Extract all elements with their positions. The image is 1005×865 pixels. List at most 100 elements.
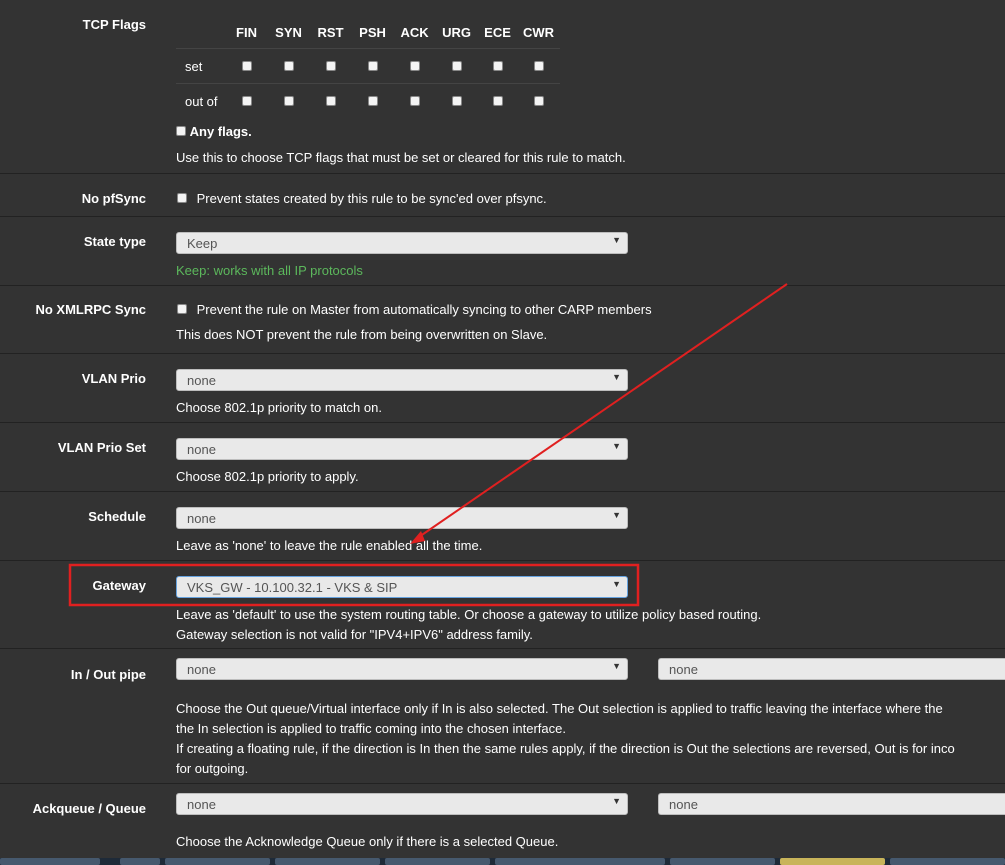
- gateway-select[interactable]: VKS_GW - 10.100.32.1 - VKS & SIP ▼: [176, 576, 628, 598]
- in-out-pipe-help-2: the In selection is applied to traffic c…: [176, 721, 566, 736]
- taskbar-item[interactable]: [780, 858, 885, 865]
- ackqueue-select[interactable]: none ▼: [176, 793, 628, 815]
- vlan-prio-set-select[interactable]: none ▼: [176, 438, 628, 460]
- any-flags-checkbox[interactable]: [176, 126, 186, 136]
- taskbar-item[interactable]: [165, 858, 270, 865]
- row-no-pfsync: No pfSync Prevent states created by this…: [0, 173, 1005, 217]
- queue-value: none: [669, 797, 698, 812]
- chevron-down-icon: ▼: [612, 661, 621, 671]
- no-xmlrpc-label: No XMLRPC Sync: [35, 302, 146, 317]
- state-type-label: State type: [83, 234, 146, 249]
- flag-col-ece: ECE: [477, 16, 518, 49]
- outof-psh-checkbox[interactable]: [367, 95, 378, 106]
- no-xmlrpc-text: Prevent the rule on Master from automati…: [196, 302, 652, 317]
- out-pipe-value: none: [669, 662, 698, 677]
- flag-col-psh: PSH: [351, 16, 394, 49]
- row-no-xmlrpc: No XMLRPC Sync Prevent the rule on Maste…: [0, 285, 1005, 354]
- taskbar-item[interactable]: [495, 858, 665, 865]
- outof-ack-checkbox[interactable]: [409, 95, 420, 106]
- chevron-down-icon: ▼: [612, 441, 621, 451]
- no-pfsync-label: No pfSync: [81, 191, 146, 206]
- outof-ece-checkbox[interactable]: [492, 95, 503, 106]
- flag-col-cwr: CWR: [517, 16, 560, 49]
- any-flags-option[interactable]: Any flags.: [176, 124, 252, 139]
- state-type-select[interactable]: Keep ▼: [176, 232, 628, 254]
- taskbar-item[interactable]: [385, 858, 490, 865]
- tcp-flags-help: Use this to choose TCP flags that must b…: [176, 150, 626, 165]
- state-type-value: Keep: [187, 236, 218, 251]
- set-ack-checkbox[interactable]: [409, 60, 420, 71]
- set-syn-checkbox[interactable]: [283, 60, 294, 71]
- ackqueue-help: Choose the Acknowledge Queue only if the…: [176, 834, 559, 849]
- in-out-pipe-help-3: If creating a floating rule, if the dire…: [176, 741, 955, 756]
- row-gateway: Gateway VKS_GW - 10.100.32.1 - VKS & SIP…: [0, 560, 1005, 649]
- gateway-help-1: Leave as 'default' to use the system rou…: [176, 607, 762, 622]
- outof-rst-checkbox[interactable]: [325, 95, 336, 106]
- set-psh-checkbox[interactable]: [367, 60, 378, 71]
- vlan-prio-help: Choose 802.1p priority to match on.: [176, 400, 382, 415]
- schedule-value: none: [187, 511, 216, 526]
- taskbar-item[interactable]: [0, 858, 100, 865]
- taskbar-item[interactable]: [890, 858, 1005, 865]
- set-ece-checkbox[interactable]: [492, 60, 503, 71]
- in-out-pipe-help-1: Choose the Out queue/Virtual interface o…: [176, 701, 943, 716]
- row-vlan-prio-set: VLAN Prio Set none ▼ Choose 802.1p prior…: [0, 422, 1005, 492]
- outof-syn-checkbox[interactable]: [283, 95, 294, 106]
- in-pipe-select[interactable]: none ▼: [176, 658, 628, 680]
- no-xmlrpc-option[interactable]: Prevent the rule on Master from automati…: [177, 302, 652, 317]
- flag-col-syn: SYN: [267, 16, 310, 49]
- vlan-prio-set-help: Choose 802.1p priority to apply.: [176, 469, 359, 484]
- taskbar-strip: [0, 858, 1005, 865]
- out-pipe-select[interactable]: none: [658, 658, 1005, 680]
- set-urg-checkbox[interactable]: [451, 60, 462, 71]
- vlan-prio-label: VLAN Prio: [81, 371, 146, 386]
- no-xmlrpc-checkbox[interactable]: [177, 304, 187, 314]
- vlan-prio-value: none: [187, 373, 216, 388]
- ackqueue-value: none: [187, 797, 216, 812]
- flags-row-outof-label: out of: [185, 93, 218, 109]
- in-pipe-value: none: [187, 662, 216, 677]
- row-schedule: Schedule none ▼ Leave as 'none' to leave…: [0, 491, 1005, 561]
- in-out-pipe-label: In / Out pipe: [70, 667, 146, 682]
- any-flags-label: Any flags.: [189, 124, 252, 139]
- outof-cwr-checkbox[interactable]: [533, 95, 544, 106]
- outof-fin-checkbox[interactable]: [241, 95, 252, 106]
- flag-col-fin: FIN: [225, 16, 268, 49]
- flag-col-ack: ACK: [393, 16, 436, 49]
- taskbar-item[interactable]: [670, 858, 775, 865]
- chevron-down-icon: ▼: [612, 796, 621, 806]
- flags-row-set-label: set: [176, 48, 226, 84]
- schedule-help: Leave as 'none' to leave the rule enable…: [176, 538, 483, 553]
- queue-select[interactable]: none: [658, 793, 1005, 815]
- flag-col-urg: URG: [435, 16, 478, 49]
- tcp-flags-label: TCP Flags: [82, 17, 146, 32]
- gateway-label: Gateway: [92, 578, 146, 593]
- schedule-label: Schedule: [88, 509, 146, 524]
- no-pfsync-checkbox[interactable]: [177, 193, 187, 203]
- vlan-prio-set-label: VLAN Prio Set: [57, 440, 146, 455]
- gateway-value: VKS_GW - 10.100.32.1 - VKS & SIP: [187, 580, 398, 595]
- chevron-down-icon: ▼: [612, 235, 621, 245]
- taskbar-item[interactable]: [120, 858, 160, 865]
- tcp-flags-table: FIN SYN RST PSH ACK URG ECE CWR set out …: [176, 16, 560, 118]
- row-tcp-flags: TCP Flags FIN SYN RST PSH ACK URG ECE CW…: [0, 0, 1005, 173]
- state-type-help: Keep: works with all IP protocols: [176, 263, 363, 278]
- set-rst-checkbox[interactable]: [325, 60, 336, 71]
- vlan-prio-set-value: none: [187, 442, 216, 457]
- set-fin-checkbox[interactable]: [241, 60, 252, 71]
- row-state-type: State type Keep ▼ Keep: works with all I…: [0, 216, 1005, 286]
- no-pfsync-text: Prevent states created by this rule to b…: [196, 191, 547, 206]
- gateway-help-2: Gateway selection is not valid for "IPV4…: [176, 627, 533, 642]
- outof-urg-checkbox[interactable]: [451, 95, 462, 106]
- chevron-down-icon: ▼: [612, 579, 621, 589]
- row-in-out-pipe: In / Out pipe none ▼ none Choose the Out…: [0, 648, 1005, 784]
- chevron-down-icon: ▼: [612, 372, 621, 382]
- ackqueue-label: Ackqueue / Queue: [32, 801, 146, 816]
- taskbar-item[interactable]: [275, 858, 380, 865]
- no-pfsync-option[interactable]: Prevent states created by this rule to b…: [177, 191, 547, 206]
- schedule-select[interactable]: none ▼: [176, 507, 628, 529]
- chevron-down-icon: ▼: [612, 510, 621, 520]
- vlan-prio-select[interactable]: none ▼: [176, 369, 628, 391]
- row-ackqueue: Ackqueue / Queue none ▼ none Choose the …: [0, 783, 1005, 859]
- set-cwr-checkbox[interactable]: [533, 60, 544, 71]
